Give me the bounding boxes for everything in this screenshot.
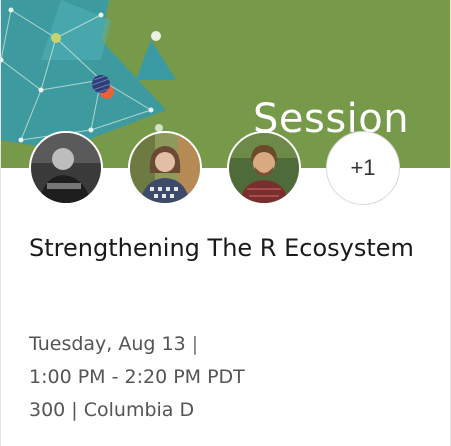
session-title[interactable]: Strengthening The R Ecosystem (29, 232, 429, 264)
speaker-avatar-1[interactable] (29, 131, 103, 205)
avatar-person-2-icon (130, 133, 200, 203)
avatar-person-1-icon (31, 133, 101, 203)
session-details: Tuesday, Aug 13 | 1:00 PM - 2:20 PM PDT 3… (29, 328, 245, 427)
session-date-line: Tuesday, Aug 13 | (29, 328, 245, 361)
speaker-avatar-2[interactable] (128, 131, 202, 205)
more-speakers-badge[interactable]: +1 (326, 131, 400, 205)
speaker-avatars: +1 (29, 131, 409, 207)
date-separator: | (191, 333, 199, 355)
session-time: 1:00 PM - 2:20 PM PDT (29, 366, 245, 388)
speaker-avatar-3[interactable] (227, 131, 301, 205)
session-location: 300 | Columbia D (29, 399, 195, 421)
session-card[interactable]: Session +1 Strengthening The R Ecosystem… (0, 0, 451, 446)
session-date: Tuesday, Aug 13 (29, 333, 186, 355)
avatar-person-3-icon (229, 133, 299, 203)
